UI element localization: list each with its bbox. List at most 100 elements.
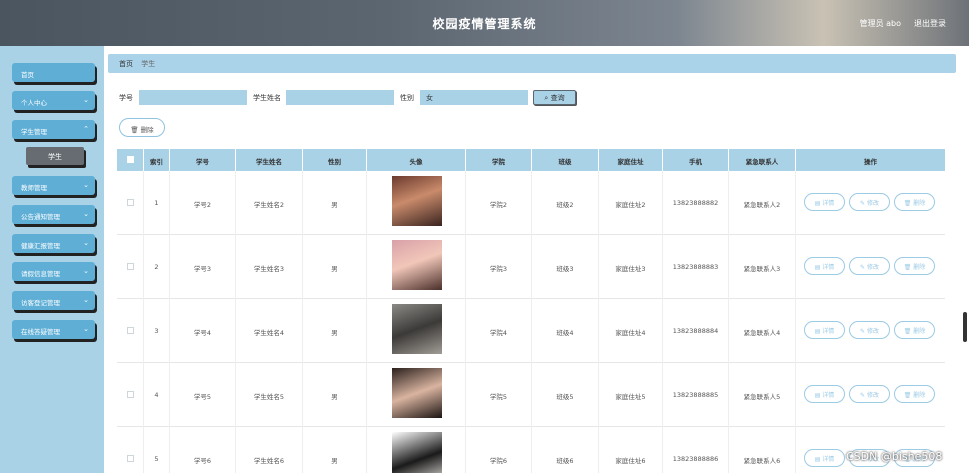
row-checkbox[interactable] bbox=[126, 327, 134, 334]
edit-button[interactable]: ✎ 修改 bbox=[849, 193, 890, 211]
row-checkbox[interactable] bbox=[126, 455, 134, 462]
col-address: 家庭住址 bbox=[599, 149, 663, 171]
row-select-cell bbox=[117, 171, 144, 235]
sidebar-item-health[interactable]: 健康汇报管理 ⌄ bbox=[12, 234, 95, 253]
col-emergency-contact: 紧急联系人 bbox=[729, 149, 796, 171]
edit-label: 修改 bbox=[866, 392, 879, 399]
cell-gender: 男 bbox=[303, 171, 367, 235]
sidebar-item-label: 请假信息管理 bbox=[21, 270, 60, 278]
row-checkbox[interactable] bbox=[126, 263, 134, 270]
cell-college: 学院6 bbox=[466, 427, 532, 473]
detail-button[interactable]: ▤ 详情 bbox=[804, 257, 845, 275]
row-checkbox[interactable] bbox=[126, 199, 134, 206]
sidebar-item-notices[interactable]: 公告通知管理 ⌄ bbox=[12, 205, 95, 224]
cell-phone: 13823888882 bbox=[663, 171, 729, 235]
trash-icon: 🗑 bbox=[903, 200, 914, 207]
chevron-down-icon: ⌄ bbox=[83, 325, 89, 333]
col-gender: 性别 bbox=[303, 149, 367, 171]
trash-icon: 🗑 bbox=[130, 126, 139, 134]
student-no-input[interactable] bbox=[139, 90, 247, 105]
edit-button[interactable]: ✎ 修改 bbox=[849, 321, 890, 339]
chevron-down-icon: ⌄ bbox=[83, 267, 89, 275]
col-college: 学院 bbox=[466, 149, 532, 171]
sidebar-item-label: 首页 bbox=[21, 71, 34, 79]
trash-icon: 🗑 bbox=[903, 264, 914, 271]
breadcrumb-home[interactable]: 首页 bbox=[119, 60, 133, 68]
sidebar-item-visitors[interactable]: 访客登记管理 ⌄ bbox=[12, 291, 95, 310]
cell-name: 学生姓名3 bbox=[236, 235, 303, 299]
chevron-down-icon: ⌄ bbox=[83, 296, 89, 304]
cell-college: 学院4 bbox=[466, 299, 532, 363]
col-class: 班级 bbox=[532, 149, 599, 171]
detail-button[interactable]: ▤ 详情 bbox=[804, 321, 845, 339]
cell-gender: 男 bbox=[303, 427, 367, 473]
cell-contact: 紧急联系人4 bbox=[729, 299, 796, 363]
sidebar-item-label: 在线答疑管理 bbox=[21, 328, 60, 336]
avatar bbox=[392, 432, 442, 473]
row-actions: ▤ 详情 ✎ 修改 🗑 删除 bbox=[796, 363, 945, 427]
edit-button[interactable]: ✎ 修改 bbox=[849, 385, 890, 403]
cell-index: 5 bbox=[144, 427, 170, 473]
logout-link[interactable]: 退出登录 bbox=[914, 18, 946, 29]
batch-delete-button[interactable]: 🗑 删除 bbox=[119, 118, 165, 137]
row-select-cell bbox=[117, 427, 144, 473]
detail-label: 详情 bbox=[822, 392, 835, 399]
col-student-no: 学号 bbox=[170, 149, 236, 171]
cell-gender: 男 bbox=[303, 235, 367, 299]
detail-button[interactable]: ▤ 详情 bbox=[804, 193, 845, 211]
sidebar-item-profile[interactable]: 个人中心 ⌄ bbox=[12, 91, 95, 110]
detail-label: 详情 bbox=[822, 456, 835, 463]
col-avatar: 头像 bbox=[367, 149, 466, 171]
sidebar-item-qa[interactable]: 在线答疑管理 ⌄ bbox=[12, 320, 95, 339]
delete-button[interactable]: 🗑 删除 bbox=[894, 321, 935, 339]
edit-button[interactable]: ✎ 修改 bbox=[849, 257, 890, 275]
detail-button[interactable]: ▤ 详情 bbox=[804, 449, 845, 467]
sidebar-item-home[interactable]: 首页 bbox=[12, 63, 95, 82]
sidebar-item-teachers[interactable]: 教师管理 ⌄ bbox=[12, 176, 95, 195]
submenu-item-student[interactable]: 学生 bbox=[26, 147, 84, 165]
delete-button[interactable]: 🗑 删除 bbox=[894, 193, 935, 211]
row-checkbox[interactable] bbox=[126, 391, 134, 398]
sidebar-item-label: 个人中心 bbox=[21, 99, 47, 107]
select-all-checkbox[interactable] bbox=[126, 156, 134, 163]
cell-address: 家庭住址6 bbox=[599, 427, 663, 473]
delete-button[interactable]: 🗑 删除 bbox=[894, 385, 935, 403]
cell-no: 学号3 bbox=[170, 235, 236, 299]
delete-label: 删除 bbox=[913, 200, 926, 207]
student-name-input[interactable] bbox=[286, 90, 394, 105]
avatar-cell bbox=[367, 235, 466, 299]
sidebar-item-label: 学生管理 bbox=[21, 128, 47, 136]
sidebar-item-leave[interactable]: 请假信息管理 ⌄ bbox=[12, 262, 95, 281]
cell-name: 学生姓名2 bbox=[236, 171, 303, 235]
current-user: 管理员 abo bbox=[859, 19, 901, 28]
delete-label: 删除 bbox=[913, 328, 926, 335]
cell-address: 家庭住址3 bbox=[599, 235, 663, 299]
cell-no: 学号5 bbox=[170, 363, 236, 427]
delete-button[interactable]: 🗑 删除 bbox=[894, 257, 935, 275]
gender-input[interactable] bbox=[420, 90, 528, 105]
cell-index: 1 bbox=[144, 171, 170, 235]
vertical-scrollbar[interactable] bbox=[963, 312, 967, 342]
cell-phone: 13823888885 bbox=[663, 363, 729, 427]
edit-label: 修改 bbox=[866, 264, 879, 271]
cell-index: 2 bbox=[144, 235, 170, 299]
cell-phone: 13823888884 bbox=[663, 299, 729, 363]
row-actions: ▤ 详情 ✎ 修改 🗑 删除 bbox=[796, 235, 945, 299]
cell-class: 班级6 bbox=[532, 427, 599, 473]
app-title: 校园疫情管理系统 bbox=[432, 17, 537, 31]
sidebar-item-students[interactable]: 学生管理 ⌃ bbox=[12, 120, 95, 139]
col-student-name: 学生姓名 bbox=[236, 149, 303, 171]
cell-no: 学号6 bbox=[170, 427, 236, 473]
search-form: 学号 学生姓名 性别 ⌕ 查询 bbox=[108, 90, 956, 106]
student-name-label: 学生姓名 bbox=[253, 94, 281, 102]
delete-label: 删除 bbox=[913, 392, 926, 399]
query-button[interactable]: ⌕ 查询 bbox=[533, 90, 576, 105]
table-row: 1 学号2 学生姓名2 男 学院2 班级2 家庭住址2 13823888882 紧急联系人2 ▤ … bbox=[117, 171, 945, 235]
row-select-cell bbox=[117, 363, 144, 427]
col-actions: 操作 bbox=[864, 158, 877, 166]
cell-phone: 13823888886 bbox=[663, 427, 729, 473]
trash-icon: 🗑 bbox=[903, 392, 914, 399]
col-index: 索引 bbox=[144, 149, 170, 171]
detail-button[interactable]: ▤ 详情 bbox=[804, 385, 845, 403]
detail-label: 详情 bbox=[822, 264, 835, 271]
